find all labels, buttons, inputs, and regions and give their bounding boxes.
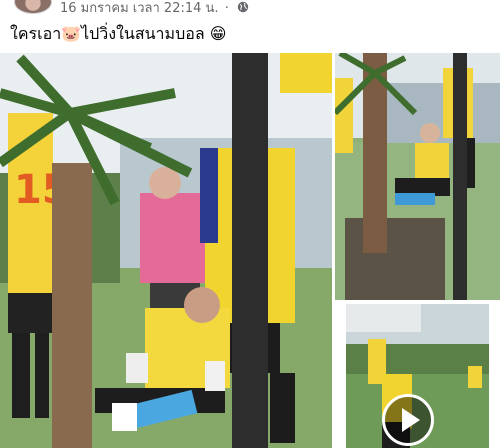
photo-main[interactable]: 15 — [0, 53, 332, 448]
play-triangle — [402, 408, 420, 432]
play-icon[interactable] — [382, 394, 434, 446]
post-timestamp[interactable]: 16 มกราคม เวลา 22:14 น. — [60, 1, 219, 16]
post-caption: ใครเอา🐷ไปวิ่งในสนามบอล 😁 — [10, 24, 227, 43]
globe-icon[interactable] — [237, 1, 249, 17]
post-header: 16 มกราคม เวลา 22:14 น. · — [0, 0, 500, 16]
photo-grid: 15 — [0, 53, 500, 448]
photo-top-right[interactable] — [335, 53, 500, 300]
post-meta: 16 มกราคม เวลา 22:14 น. · — [60, 0, 249, 18]
avatar[interactable] — [14, 0, 52, 14]
meta-separator: · — [224, 1, 229, 16]
